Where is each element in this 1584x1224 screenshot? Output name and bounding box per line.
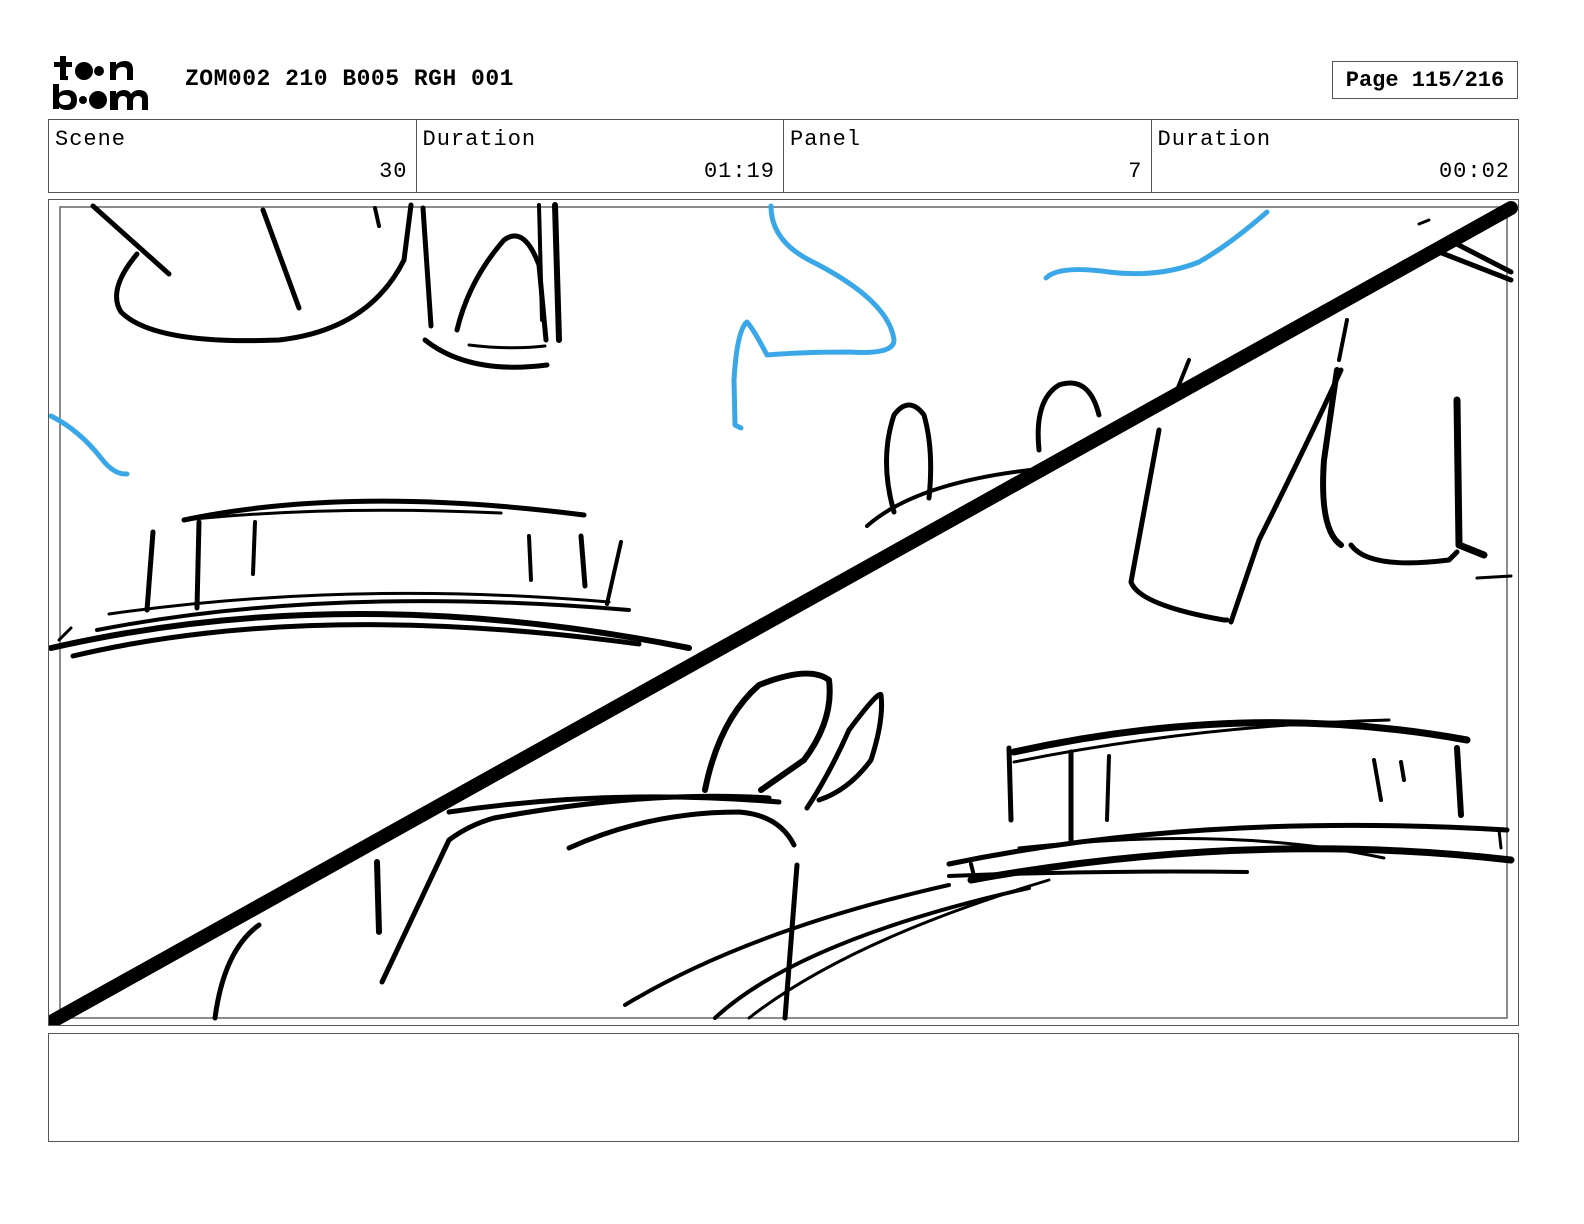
toon-boom-logo <box>50 50 162 112</box>
panel-cell: Panel 7 <box>784 120 1152 192</box>
storyboard-panel <box>48 199 1519 1026</box>
panel-duration-cell: Duration 00:02 <box>1152 120 1519 192</box>
scene-info-table: Scene 30 Duration 01:19 Panel 7 Duration… <box>48 119 1519 193</box>
scene-label: Scene <box>55 127 127 152</box>
panel-duration-label: Duration <box>1157 127 1272 152</box>
panel-notes-box <box>48 1033 1519 1142</box>
sketch-lines <box>49 201 1518 1025</box>
panel-value: 7 <box>1128 159 1143 184</box>
scene-duration-label: Duration <box>422 127 537 152</box>
panel-sketch <box>49 201 1518 1025</box>
scene-cell: Scene 30 <box>49 120 417 192</box>
scene-value: 30 <box>379 159 408 184</box>
page-indicator: Page 115/216 <box>1332 61 1518 99</box>
panel-label: Panel <box>790 127 862 152</box>
scene-duration-value: 01:19 <box>703 159 775 184</box>
panel-duration-value: 00:02 <box>1438 159 1510 184</box>
scene-duration-cell: Duration 01:19 <box>417 120 784 192</box>
document-title: ZOM002 210 B005 RGH 001 <box>185 66 514 92</box>
